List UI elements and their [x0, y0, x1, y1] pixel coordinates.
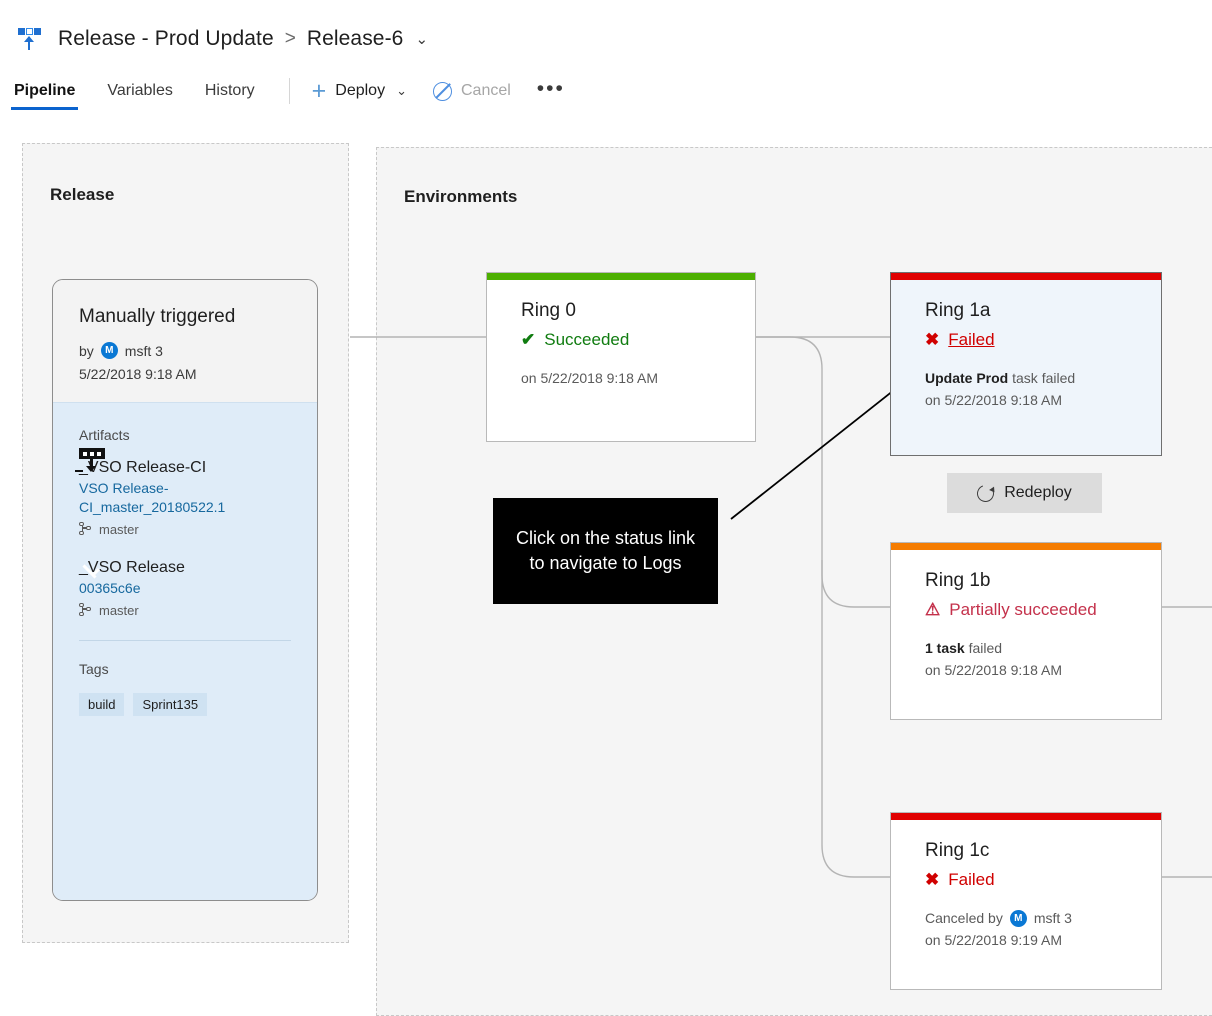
- card-divider: [79, 639, 291, 641]
- avatar: M: [1009, 910, 1027, 928]
- environment-detail-time: on 5/22/2018 9:18 AM: [521, 370, 658, 386]
- chevron-down-icon[interactable]: ⌄: [396, 83, 407, 99]
- status-badge: ✖ Failed: [925, 870, 1135, 890]
- artifact-branch-label: master: [99, 521, 139, 537]
- status-bar: [487, 273, 755, 280]
- canceled-by-label: Canceled by: [925, 910, 1003, 926]
- status-label: Succeeded: [544, 330, 630, 349]
- block-icon: [432, 81, 452, 101]
- redeploy-icon: [974, 481, 997, 505]
- environment-detail-text: failed: [964, 640, 1003, 656]
- status-badge[interactable]: ✖ Failed: [925, 330, 1135, 350]
- tag-chip[interactable]: Sprint135: [133, 692, 208, 716]
- breadcrumb: Release - Prod Update > Release-6 ⌄: [14, 22, 428, 56]
- release-icon: [14, 24, 44, 54]
- canceled-by-row: Canceled by M msft 3: [925, 908, 1135, 930]
- artifact-version-link[interactable]: VSO Release-CI_master_20180522.1: [79, 479, 291, 517]
- environment-name: Ring 1a: [925, 300, 991, 321]
- cancel-label: Cancel: [460, 82, 511, 99]
- environment-name: Ring 1b: [925, 570, 991, 591]
- release-summary-card[interactable]: Manually triggered by M msft 3 5/22/2018…: [52, 279, 318, 901]
- release-user-name: msft 3: [124, 342, 163, 359]
- release-card-header: Manually triggered by M msft 3 5/22/2018…: [53, 280, 317, 402]
- release-timestamp: 5/22/2018 9:18 AM: [79, 366, 197, 382]
- tab-variables[interactable]: Variables: [107, 82, 173, 110]
- environment-detail-time: on 5/22/2018 9:18 AM: [925, 661, 1062, 678]
- release-panel-title: Release: [50, 185, 115, 204]
- artifact-name: _VSO Release: [79, 558, 185, 576]
- artifact-branch: master: [79, 521, 291, 537]
- status-link[interactable]: Failed: [948, 330, 994, 350]
- toolbar-divider: [288, 78, 290, 104]
- artifact-item[interactable]: _VSO Release-CI VSO Release-CI_master_20…: [75, 448, 291, 537]
- redeploy-button[interactable]: Redeploy: [947, 473, 1102, 513]
- cancel-button: Cancel: [432, 81, 511, 101]
- status-bar: [891, 273, 1161, 280]
- environment-card-ring-1c[interactable]: Ring 1c ✖ Failed Canceled by M msft 3 on…: [890, 812, 1162, 990]
- tag-chip[interactable]: build: [79, 692, 125, 716]
- branch-icon: [79, 521, 92, 537]
- status-label: Failed: [948, 870, 995, 889]
- status-bar: [891, 813, 1161, 820]
- environment-detail-time: on 5/22/2018 9:18 AM: [925, 391, 1062, 408]
- environment-card-ring-0[interactable]: Ring 0 ✔ Succeeded on 5/22/2018 9:18 AM: [486, 272, 756, 442]
- environment-detail: Canceled by M msft 3 on 5/22/2018 9:19 A…: [925, 908, 1135, 951]
- artifact-name: _VSO Release-CI: [79, 459, 207, 476]
- artifact-branch-label: master: [99, 602, 139, 618]
- environment-name: Ring 0: [521, 300, 576, 321]
- cross-icon: ✖: [925, 330, 940, 349]
- deploy-label: Deploy: [335, 82, 386, 99]
- callout-tooltip: Click on the status link to navigate to …: [493, 498, 718, 604]
- artifact-item[interactable]: _VSO Release 00365c6e master: [79, 559, 291, 618]
- more-actions-button[interactable]: •••: [537, 77, 565, 101]
- status-label: Partially succeeded: [949, 600, 1097, 619]
- environment-detail: Update Prod task failed on 5/22/2018 9:1…: [925, 368, 1135, 411]
- release-trigger-title: Manually triggered: [79, 306, 236, 327]
- breadcrumb-separator-icon: >: [284, 28, 296, 49]
- cross-icon: ✖: [925, 870, 940, 889]
- tags-label: Tags: [79, 660, 109, 677]
- check-icon: ✔: [521, 330, 536, 349]
- artifact-version-link[interactable]: 00365c6e: [79, 579, 291, 598]
- by-label: by: [79, 342, 94, 359]
- environment-detail-task: Update Prod: [925, 370, 1009, 386]
- tab-pipeline[interactable]: Pipeline: [10, 82, 79, 110]
- environments-panel-title: Environments: [404, 187, 518, 206]
- environment-detail-text: task failed: [1008, 370, 1076, 386]
- environment-card-ring-1a[interactable]: Ring 1a ✖ Failed Update Prod task failed…: [890, 272, 1162, 456]
- environment-detail: 1 task failed on 5/22/2018 9:18 AM: [925, 638, 1135, 681]
- chevron-down-icon[interactable]: ⌄: [415, 30, 428, 48]
- branch-icon: [79, 602, 92, 618]
- status-badge: ⚠ Partially succeeded: [925, 600, 1135, 620]
- release-card-body: Artifacts _VSO Release-CI VSO Release-CI…: [53, 402, 317, 900]
- environment-detail-task: 1 task: [925, 640, 965, 656]
- page-header: Release - Prod Update > Release-6 ⌄ Pipe…: [0, 0, 1212, 120]
- deploy-button[interactable]: + Deploy ⌄: [311, 76, 407, 105]
- release-triggered-by: by M msft 3: [79, 342, 291, 359]
- plus-icon: +: [311, 76, 327, 105]
- canceled-by-user: msft 3: [1033, 910, 1072, 926]
- breadcrumb-current[interactable]: Release-6: [307, 27, 404, 51]
- artifact-branch: master: [79, 602, 291, 618]
- environment-detail: on 5/22/2018 9:18 AM: [521, 368, 729, 390]
- redeploy-label: Redeploy: [1004, 484, 1072, 501]
- tab-history[interactable]: History: [205, 82, 255, 110]
- toolbar: Pipeline Variables History + Deploy ⌄ Ca…: [10, 74, 565, 118]
- environment-card-ring-1b[interactable]: Ring 1b ⚠ Partially succeeded 1 task fai…: [890, 542, 1162, 720]
- warning-icon: ⚠: [925, 600, 941, 619]
- tags-list: build Sprint135: [79, 692, 291, 716]
- environment-detail-time: on 5/22/2018 9:19 AM: [925, 931, 1062, 948]
- artifacts-label: Artifacts: [79, 427, 130, 443]
- avatar: M: [100, 342, 118, 359]
- breadcrumb-root[interactable]: Release - Prod Update: [58, 27, 274, 51]
- status-bar: [891, 543, 1161, 550]
- environment-name: Ring 1c: [925, 840, 990, 861]
- status-badge: ✔ Succeeded: [521, 330, 729, 350]
